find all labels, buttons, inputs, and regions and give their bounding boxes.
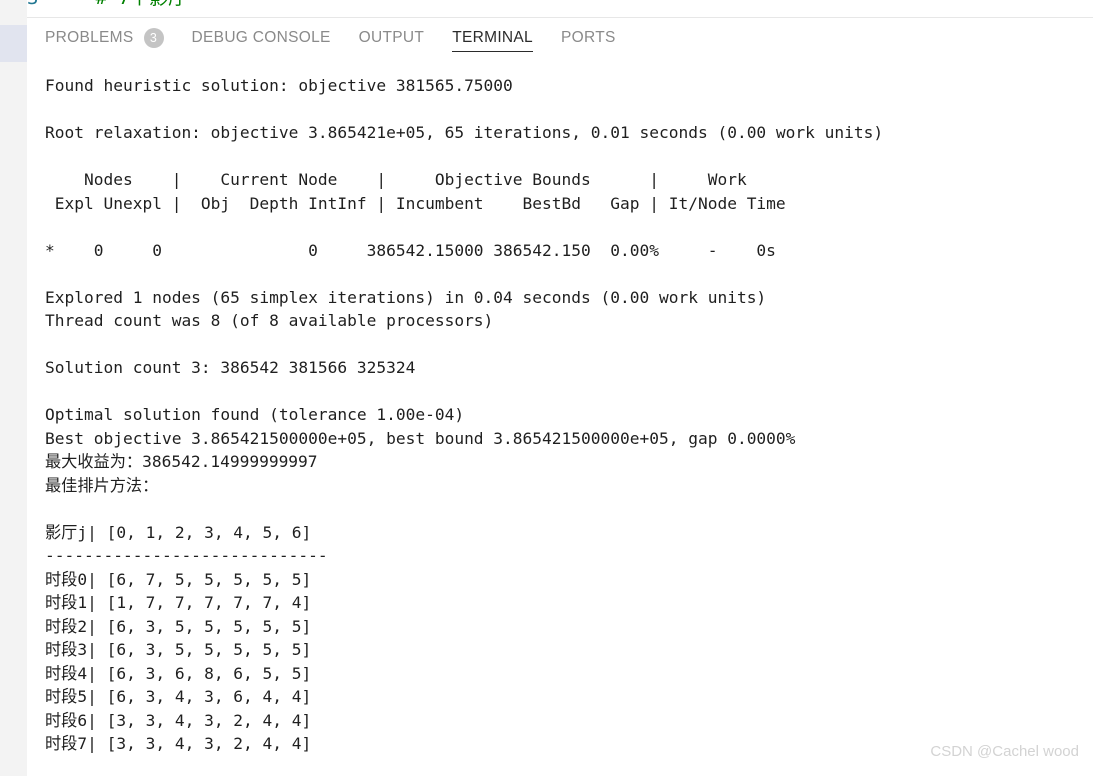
- vscode-panel-screenshot: 3 # 7个影厅 PROBLEMS 3 DEBUG CONSOLE OUTPUT…: [0, 0, 1093, 776]
- panel-tab-bar: PROBLEMS 3 DEBUG CONSOLE OUTPUT TERMINAL…: [27, 18, 1093, 58]
- code-line-number: 3: [27, 0, 38, 9]
- terminal-line: * 0 0 0 386542.15000 386542.150 0.00% - …: [45, 240, 776, 260]
- tab-problems[interactable]: PROBLEMS 3: [45, 18, 164, 58]
- terminal-line: 时段3| [6, 3, 5, 5, 5, 5, 5]: [45, 640, 312, 659]
- terminal-line: 时段5| [6, 3, 4, 3, 6, 4, 4]: [45, 687, 312, 706]
- editor-gutter-strip: [0, 0, 27, 776]
- gutter-selection-highlight: [0, 25, 27, 62]
- code-line-partial: 3 # 7个影厅: [27, 0, 187, 10]
- code-editor-sliver: 3 # 7个影厅: [27, 0, 1093, 17]
- tab-output[interactable]: OUTPUT: [359, 18, 425, 58]
- terminal-line: Explored 1 nodes (65 simplex iterations)…: [45, 287, 767, 307]
- terminal-line: 时段6| [3, 3, 4, 3, 2, 4, 4]: [45, 710, 312, 730]
- terminal-line: 时段2| [6, 3, 5, 5, 5, 5, 5]: [45, 616, 312, 636]
- tab-problems-label: PROBLEMS: [45, 29, 134, 46]
- tab-ports-label: PORTS: [560, 29, 616, 46]
- terminal-line: Root relaxation: objective 3.865421e+05,…: [45, 123, 884, 142]
- terminal-line: Solution count 3: 386542 381566 325324: [45, 358, 416, 377]
- tab-terminal-label: TERMINAL: [452, 29, 533, 46]
- problems-count-badge: 3: [143, 28, 164, 48]
- tab-terminal[interactable]: TERMINAL: [452, 18, 533, 58]
- terminal-line: 最佳排片方法：: [45, 475, 159, 495]
- terminal-line: Found heuristic solution: objective 3815…: [45, 76, 513, 95]
- terminal-line: Optimal solution found (tolerance 1.00e-…: [45, 405, 465, 424]
- tab-output-label: OUTPUT: [358, 29, 425, 46]
- tab-debug-console[interactable]: DEBUG CONSOLE: [192, 18, 331, 58]
- terminal-line: 时段1| [1, 7, 7, 7, 7, 7, 4]: [45, 593, 312, 612]
- terminal-line: 影厅j| [0, 1, 2, 3, 4, 5, 6]: [45, 522, 312, 542]
- terminal-output[interactable]: Found heuristic solution: objective 3815…: [27, 58, 1093, 776]
- terminal-line: 时段4| [6, 3, 6, 8, 6, 5, 5]: [45, 663, 312, 683]
- terminal-line: Expl Unexpl | Obj Depth IntInf | Incumbe…: [45, 193, 786, 213]
- tab-ports[interactable]: PORTS: [561, 18, 616, 58]
- terminal-line: Best objective 3.865421500000e+05, best …: [45, 428, 796, 448]
- terminal-line: 时段0| [6, 7, 5, 5, 5, 5, 5]: [45, 569, 312, 589]
- terminal-line: Thread count was 8 (of 8 available proce…: [45, 311, 494, 330]
- terminal-line: -----------------------------: [45, 546, 328, 565]
- tab-debug-console-label: DEBUG CONSOLE: [191, 29, 331, 46]
- tab-active-underline: [452, 50, 533, 52]
- code-comment-text: # 7个影厅: [96, 0, 187, 9]
- terminal-line: 最大收益为：386542.14999999997: [45, 452, 318, 471]
- csdn-watermark: CSDN @Cachel wood: [930, 743, 1079, 760]
- terminal-line: Nodes | Current Node | Objective Bounds …: [45, 170, 747, 189]
